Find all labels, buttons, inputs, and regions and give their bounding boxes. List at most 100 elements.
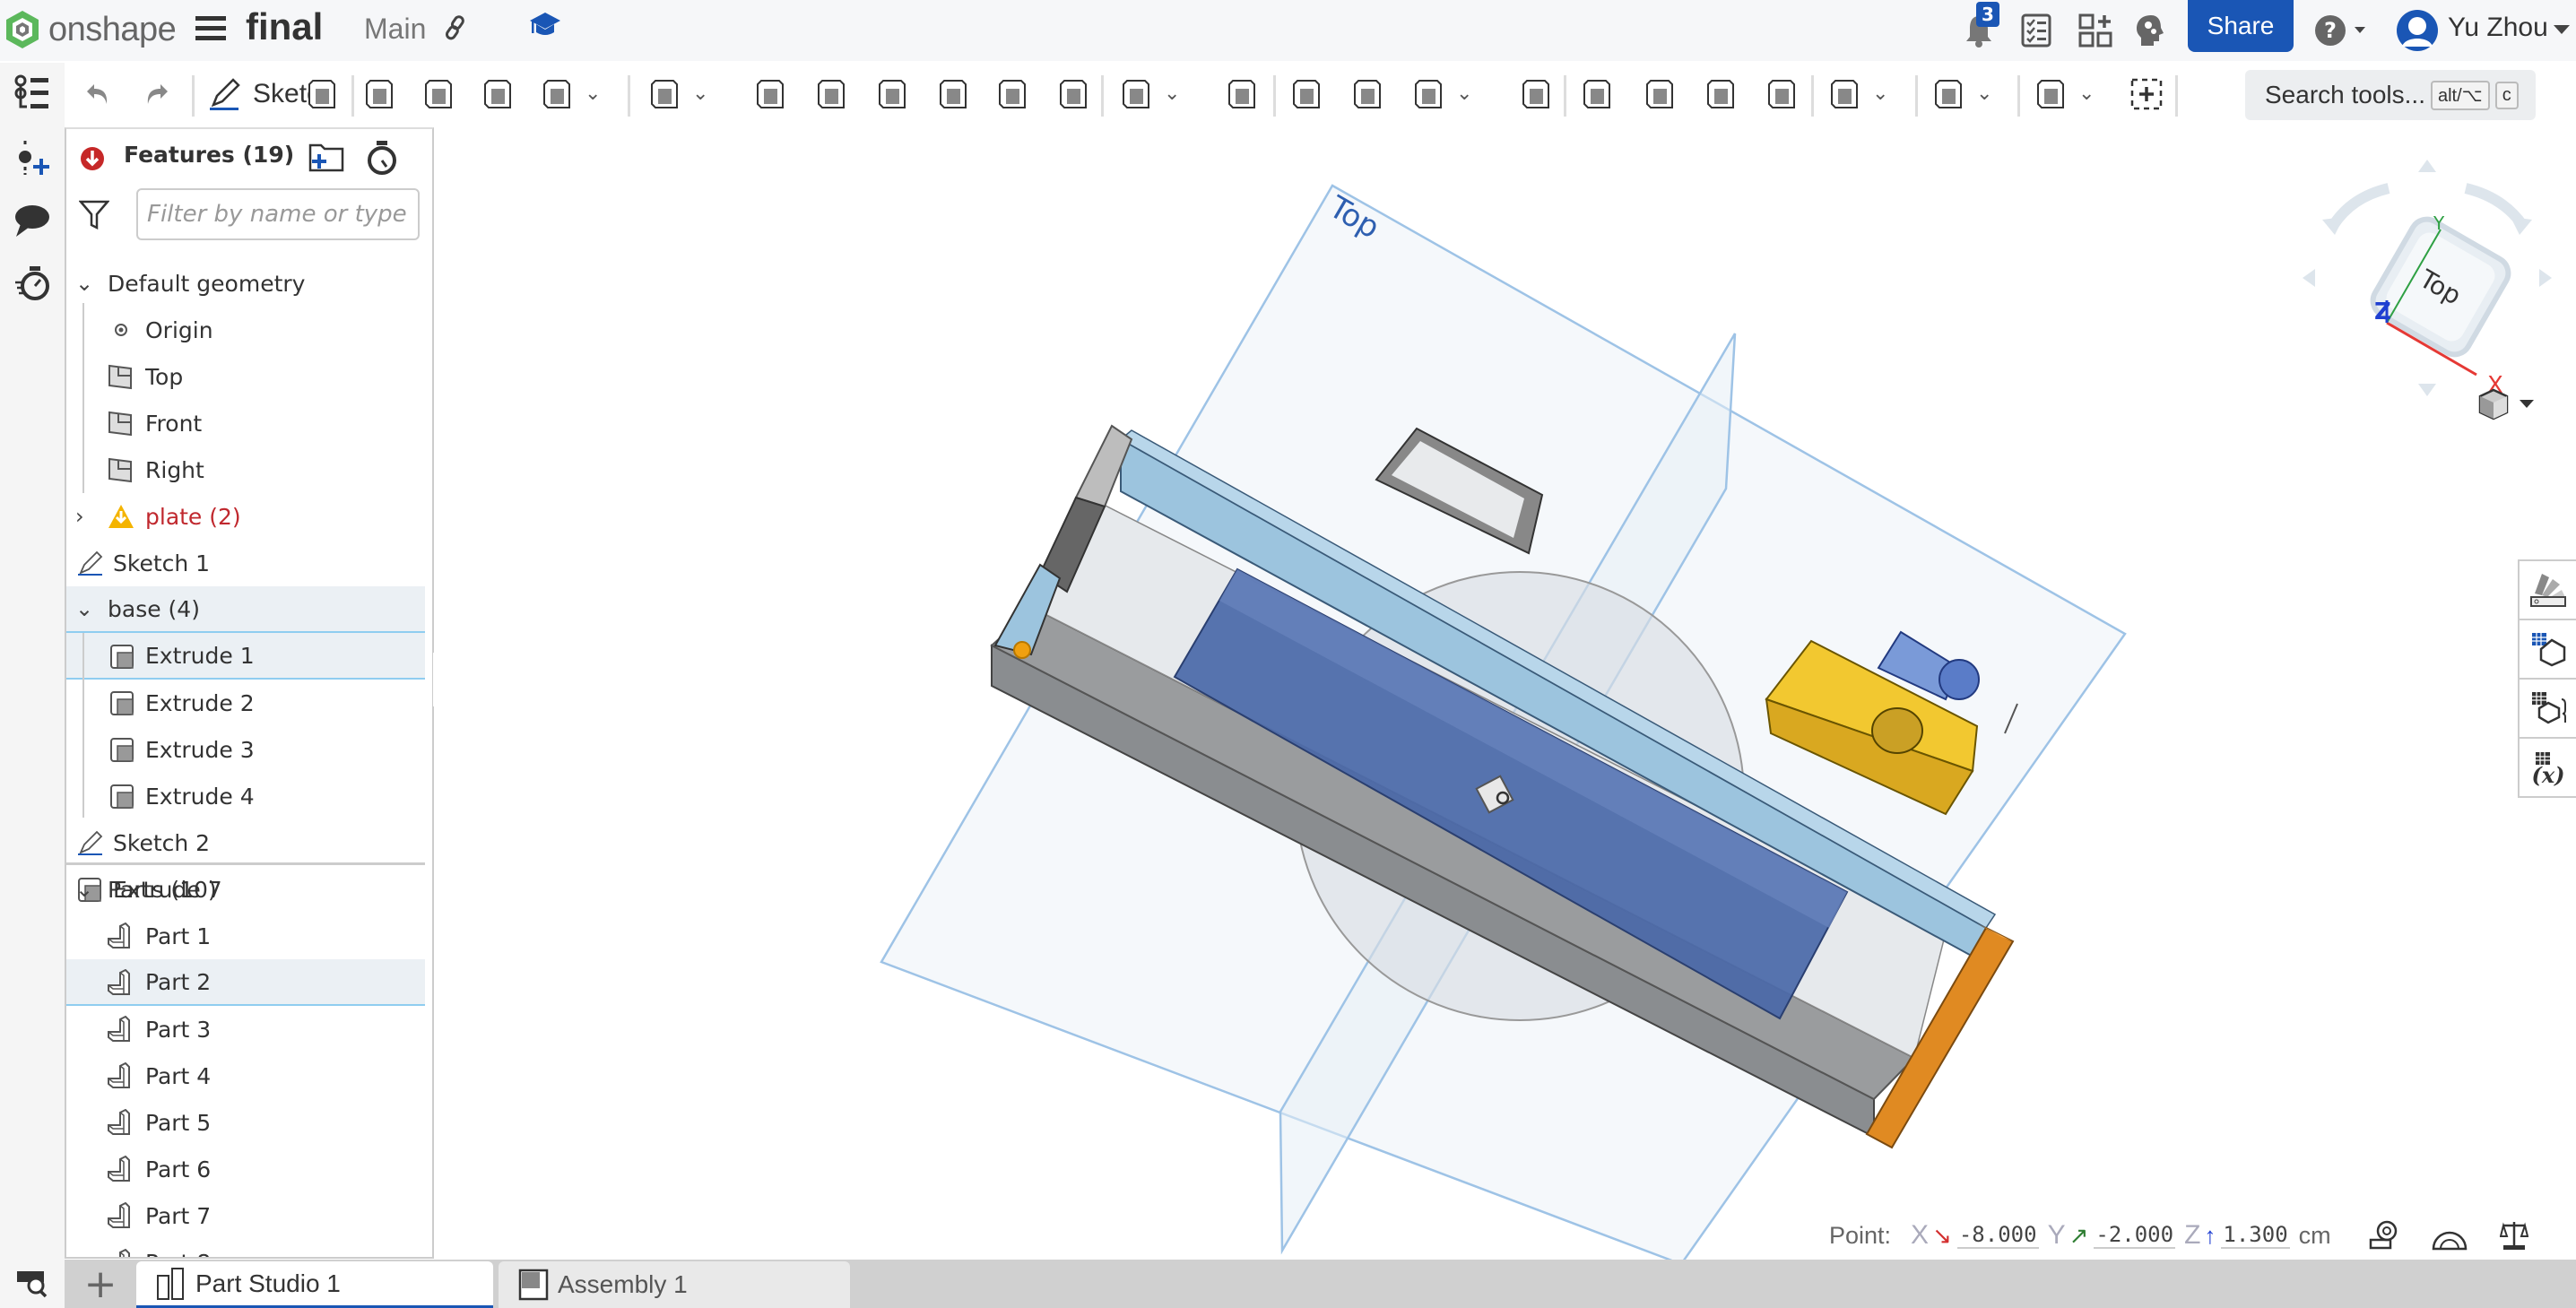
delete-face-tool-button[interactable]	[1641, 74, 1680, 115]
part-list-item[interactable]: Part 4	[66, 1052, 425, 1099]
add-custom-feature-tool-button[interactable]	[2127, 74, 2166, 115]
undo-button[interactable]	[79, 74, 118, 115]
view-rotate-up-icon[interactable]	[2418, 160, 2436, 172]
document-title[interactable]: final	[246, 5, 323, 48]
plane-dropdown-caret-icon[interactable]: ⌄	[1872, 82, 1888, 105]
tree-item-sketch-2[interactable]: Sketch 2	[66, 819, 425, 866]
learning-center-button[interactable]	[2134, 0, 2168, 61]
user-menu-caret-icon[interactable]	[2554, 0, 2570, 61]
part-list-item[interactable]: Part 7	[66, 1192, 425, 1239]
search-tools-button[interactable]: Search tools... alt/⌥ c	[2245, 70, 2536, 120]
branch-name[interactable]: Main	[364, 13, 426, 46]
draft-tool-button[interactable]	[812, 74, 852, 115]
chevron-right-icon[interactable]: ›	[75, 504, 97, 529]
parts-divider[interactable]	[66, 862, 425, 865]
tasks-button[interactable]	[2021, 0, 2051, 61]
parts-header[interactable]: ⌄ Parts (10)	[66, 866, 425, 913]
tab-assembly-1[interactable]: Assembly 1	[499, 1261, 850, 1308]
extrude-tool-button[interactable]	[303, 74, 343, 115]
mass-properties-icon[interactable]	[2499, 1220, 2528, 1251]
graphics-viewport[interactable]: Top Top X Y Z	[434, 127, 2576, 1266]
frame-dropdown-caret-icon[interactable]: ⌄	[2078, 82, 2095, 105]
boolean-tool-button[interactable]	[1288, 74, 1327, 115]
pattern-tool-button[interactable]	[1117, 74, 1157, 115]
thread-tool-button[interactable]	[1054, 74, 1094, 115]
selected-vertex[interactable]	[1013, 641, 1031, 659]
move-face-tool-button[interactable]	[1702, 74, 1741, 115]
add-tab-button[interactable]: +	[65, 1260, 136, 1308]
hamburger-menu-icon[interactable]	[195, 16, 226, 43]
pattern-dropdown-caret-icon[interactable]: ⌄	[1164, 82, 1180, 105]
tree-item-top[interactable]: Top	[66, 353, 425, 400]
hole-tool-button[interactable]	[993, 74, 1033, 115]
protractor-icon[interactable]	[2432, 1220, 2468, 1251]
feature-filter-input[interactable]	[136, 188, 420, 240]
stopwatch-icon[interactable]	[366, 140, 398, 176]
thicken-tool-button[interactable]	[538, 74, 577, 115]
loft-tool-button[interactable]	[479, 74, 518, 115]
view-rotate-right-icon[interactable]	[2539, 269, 2552, 287]
tree-item-plate-2[interactable]: › plate (2)	[66, 493, 425, 540]
part-list-item[interactable]: Part 8	[66, 1239, 425, 1257]
sheet-metal-tool-button[interactable]	[1930, 74, 1969, 115]
rib-tool-button[interactable]	[873, 74, 913, 115]
user-name[interactable]: Yu Zhou	[2448, 13, 2548, 43]
tree-default-geometry[interactable]: ⌄ Default geometry	[66, 260, 425, 307]
modify-fillet-tool-button[interactable]	[1578, 74, 1618, 115]
tree-item-extrude-3[interactable]: Extrude 3	[66, 726, 425, 773]
chamfer-tool-button[interactable]	[751, 74, 791, 115]
appearance-panel-button[interactable]	[2520, 561, 2576, 620]
user-menu[interactable]	[2396, 0, 2439, 61]
redo-button[interactable]	[136, 74, 176, 115]
y-coordinate-field[interactable]: -2.000	[2094, 1222, 2176, 1249]
mirror-tool-button[interactable]	[1223, 74, 1262, 115]
fillet-tool-button[interactable]	[646, 74, 685, 115]
help-button[interactable]: ?	[2313, 0, 2372, 61]
tree-item-origin[interactable]: Origin	[66, 307, 425, 353]
part-list-item[interactable]: Part 2	[66, 959, 425, 1006]
link-icon[interactable]	[443, 14, 468, 48]
comments-button[interactable]	[9, 197, 56, 244]
part-list-item[interactable]: Part 3	[66, 1006, 425, 1052]
delete-part-tool-button[interactable]	[1517, 74, 1557, 115]
z-coordinate-field[interactable]: 1.300	[2221, 1222, 2290, 1249]
view-rotate-down-icon[interactable]	[2418, 384, 2436, 396]
variable-studio-button[interactable]	[2520, 680, 2576, 739]
transform-tool-button[interactable]	[1409, 74, 1449, 115]
onshape-logo[interactable]: onshape	[4, 9, 177, 50]
model-scene[interactable]: Top	[434, 127, 2576, 1266]
frame-tool-button[interactable]	[2032, 74, 2071, 115]
filter-icon[interactable]	[79, 199, 109, 230]
tree-item-base-4[interactable]: ⌄ base (4)	[66, 586, 425, 633]
sweep-tool-button[interactable]	[420, 74, 459, 115]
x-coordinate-field[interactable]: -8.000	[1956, 1222, 2039, 1249]
measure-tape-icon[interactable]	[2369, 1220, 2399, 1251]
tree-item-front[interactable]: Front	[66, 400, 425, 446]
app-store-button[interactable]	[2078, 0, 2112, 61]
view-options-button[interactable]	[2476, 387, 2534, 421]
split-tool-button[interactable]	[1349, 74, 1388, 115]
tree-item-right[interactable]: Right	[66, 446, 425, 493]
tree-item-extrude-2[interactable]: Extrude 2	[66, 680, 425, 726]
sheet-metal-dropdown-caret-icon[interactable]: ⌄	[1976, 82, 1992, 105]
rollback-icon[interactable]	[79, 145, 106, 172]
chevron-down-icon[interactable]: ⌄	[75, 877, 97, 902]
replace-face-tool-button[interactable]	[1763, 74, 1802, 115]
part-list-item[interactable]: Part 1	[66, 913, 425, 959]
fillet-dropdown-caret-icon[interactable]: ⌄	[692, 82, 708, 105]
share-button[interactable]: Share	[2188, 0, 2294, 52]
plane-tool-button[interactable]	[1826, 74, 1865, 115]
part-list-item[interactable]: Part 5	[66, 1099, 425, 1146]
variables-panel-button[interactable]: (x)	[2520, 739, 2576, 798]
thicken-dropdown-caret-icon[interactable]: ⌄	[585, 82, 601, 105]
feature-list-toggle[interactable]	[9, 70, 56, 117]
revolve-tool-button[interactable]	[360, 74, 400, 115]
tree-item-sketch-1[interactable]: Sketch 1	[66, 540, 425, 586]
education-cap-icon[interactable]	[529, 11, 561, 43]
tab-part-studio-1[interactable]: Part Studio 1	[136, 1261, 493, 1308]
search-tabs-button[interactable]	[0, 1260, 65, 1308]
tree-item-extrude-4[interactable]: Extrude 4	[66, 773, 425, 819]
view-rotate-left-icon[interactable]	[2303, 269, 2315, 287]
shell-tool-button[interactable]	[934, 74, 974, 115]
performance-button[interactable]	[9, 260, 56, 307]
